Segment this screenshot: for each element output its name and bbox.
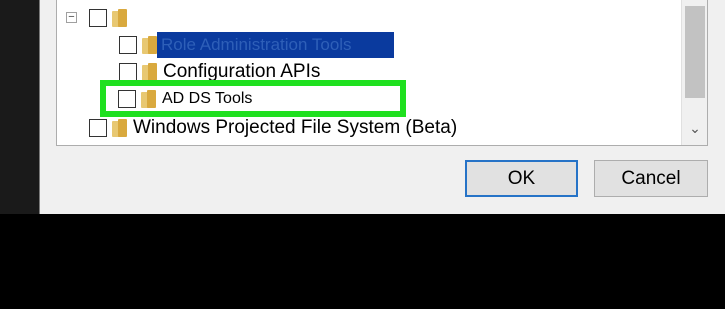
ok-button[interactable]: OK: [465, 160, 578, 197]
folder-icon: [141, 89, 156, 108]
feature-checkbox[interactable]: [119, 36, 137, 54]
scrollbar-thumb[interactable]: [685, 6, 705, 98]
tree-row-ad-ds-tools[interactable]: AD DS Tools: [118, 86, 252, 111]
cancel-button[interactable]: Cancel: [594, 160, 708, 197]
folder-icon: [112, 9, 127, 27]
feature-checkbox[interactable]: [89, 9, 107, 27]
folder-icon: [112, 145, 127, 146]
folder-icon: [112, 119, 127, 137]
highlight-box: AD DS Tools: [100, 80, 406, 117]
features-tree[interactable]: − Role Administration Tools Configuratio…: [56, 0, 708, 146]
tree-item-label: AD DS Tools: [162, 89, 253, 107]
feature-checkbox[interactable]: [89, 145, 107, 146]
feature-checkbox[interactable]: [89, 119, 107, 137]
tree-row-role-administration-tools[interactable]: Role Administration Tools: [119, 32, 394, 58]
tree-row-windows-projected-file-system[interactable]: Windows Projected File System (Beta): [89, 115, 457, 141]
folder-icon: [142, 36, 157, 54]
tree-row-top[interactable]: [89, 5, 133, 31]
folder-icon: [142, 63, 157, 81]
vertical-scrollbar[interactable]: ⌄: [681, 0, 707, 145]
feature-checkbox[interactable]: [119, 63, 137, 81]
tree-row-bottom[interactable]: [89, 141, 133, 146]
tree-item-label: Role Administration Tools: [157, 32, 394, 58]
chevron-down-icon[interactable]: ⌄: [688, 121, 702, 135]
tree-item-label: Windows Projected File System (Beta): [133, 117, 458, 138]
feature-checkbox[interactable]: [118, 89, 136, 108]
collapse-expander[interactable]: −: [66, 12, 77, 23]
background-area: [0, 0, 40, 214]
